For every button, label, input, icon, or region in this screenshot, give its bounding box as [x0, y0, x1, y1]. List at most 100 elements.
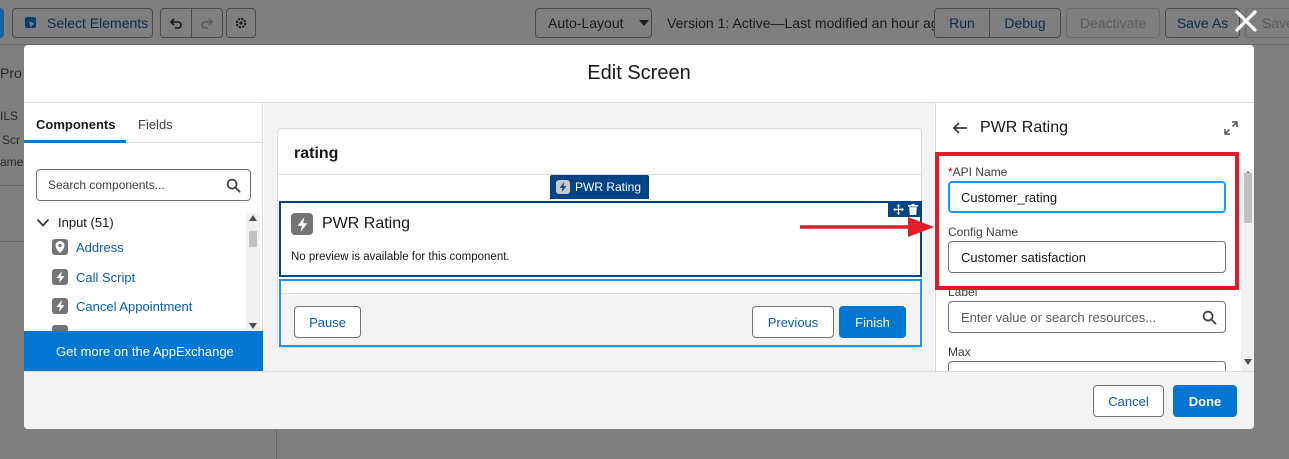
cancel-label: Cancel [1108, 393, 1149, 409]
undo-icon [169, 18, 182, 29]
list-item-label: Call Script [76, 269, 136, 285]
max-label: Max [948, 345, 971, 359]
pause-label: Pause [309, 314, 346, 330]
footer-buttons-area: Pause Previous Finish [281, 293, 920, 345]
search-input[interactable] [48, 178, 218, 192]
background-text-pro: Pro [0, 65, 22, 81]
modal-header: Edit Screen [24, 45, 1254, 103]
label-field[interactable] [948, 301, 1226, 333]
api-name-field[interactable] [948, 181, 1226, 213]
screen-title: rating [294, 145, 339, 162]
edit-screen-modal: Edit Screen Components Fields Input (51)… [24, 45, 1254, 429]
done-button[interactable]: Done [1173, 385, 1237, 417]
group-label: Input (51) [58, 215, 114, 230]
redo-icon [201, 18, 214, 29]
select-elements-label: Select Elements [47, 15, 149, 31]
background-text-ils: ILS [0, 109, 19, 123]
search-icon [1202, 310, 1217, 325]
label-input[interactable] [961, 310, 1201, 325]
chevron-down-icon [36, 218, 50, 227]
done-label: Done [1188, 393, 1222, 409]
deactivate-label: Deactivate [1079, 15, 1147, 31]
modal-title: Edit Screen [587, 62, 691, 84]
list-item-label: Cancel Appointment [76, 298, 193, 314]
background-text-ame: ame: [0, 155, 27, 169]
background-sidebar: Pro ILS Scr ame: [0, 45, 27, 459]
list-item[interactable]: Call Script [52, 269, 135, 285]
background-divider [276, 429, 277, 459]
debug-button[interactable]: Debug [989, 8, 1061, 38]
tab-fields[interactable]: Fields [138, 117, 173, 132]
redo-button[interactable] [191, 8, 223, 38]
selected-component-name: PWR Rating [575, 180, 642, 194]
api-name-label-text: API Name [952, 165, 1008, 179]
cancel-button[interactable]: Cancel [1093, 385, 1164, 417]
finish-button[interactable]: Finish [839, 306, 906, 338]
appexchange-link[interactable]: Get more on the AppExchange [24, 331, 263, 371]
delete-icon[interactable] [907, 203, 918, 215]
label-field-label: Label [948, 285, 978, 299]
list-item[interactable]: Address [52, 239, 124, 255]
properties-header: PWR Rating [952, 119, 1068, 137]
appexchange-label: Get more on the AppExchange [56, 343, 234, 359]
save-as-button[interactable]: Save As [1165, 8, 1240, 38]
screen-footer[interactable]: Pause Previous Finish [279, 279, 922, 347]
save-label: Save [1262, 15, 1289, 31]
address-icon [52, 239, 68, 255]
debug-label: Debug [1004, 15, 1046, 31]
finish-label: Finish [855, 314, 890, 330]
modal-footer: Cancel Done [24, 371, 1254, 429]
config-name-input[interactable] [961, 250, 1201, 265]
list-scroll-thumb[interactable] [249, 231, 257, 247]
component-header: PWR Rating [291, 213, 410, 235]
panel-tabs: Components Fields [24, 103, 263, 143]
lightning-icon [52, 298, 68, 314]
selected-component-label: PWR Rating [550, 175, 650, 199]
builder-toolbar: Select Elements Auto-Layout Version 1: A… [0, 0, 1289, 45]
scroll-down-icon [249, 323, 257, 329]
toolbar-edge-button[interactable] [0, 8, 4, 38]
api-name-input[interactable] [961, 190, 1201, 205]
version-status: Version 1: Active—Last modified an hour … [667, 15, 947, 31]
scroll-down-icon [1244, 359, 1252, 365]
components-panel: Components Fields Input (51) Address Cal… [24, 103, 263, 371]
properties-panel: PWR Rating *API Name Config Name Label M… [935, 103, 1254, 393]
gear-icon [235, 17, 247, 29]
lightning-icon [556, 180, 570, 194]
run-button[interactable]: Run [934, 8, 990, 38]
input-group-header[interactable]: Input (51) [36, 215, 114, 230]
lightning-icon [52, 269, 68, 285]
layout-mode-value: Auto-Layout [548, 15, 624, 31]
lightning-icon [291, 213, 313, 235]
arrow-icon [800, 217, 934, 237]
background-divider [0, 241, 24, 242]
pwr-rating-component[interactable]: PWR Rating No preview is available for t… [279, 201, 922, 277]
save-as-label: Save As [1176, 15, 1229, 31]
move-icon[interactable] [892, 203, 904, 215]
expand-icon[interactable] [1224, 121, 1238, 135]
chevron-down-icon [638, 20, 649, 26]
previous-button[interactable]: Previous [752, 306, 834, 338]
component-title: PWR Rating [322, 215, 411, 232]
pause-button[interactable]: Pause [294, 306, 361, 338]
previous-label: Previous [767, 314, 819, 330]
run-label: Run [949, 15, 975, 31]
scroll-up-icon [249, 215, 257, 221]
tab-components[interactable]: Components [36, 117, 115, 132]
background-divider [0, 185, 24, 186]
select-elements-button[interactable]: Select Elements [12, 8, 153, 38]
layout-mode-select[interactable]: Auto-Layout [535, 8, 652, 38]
properties-title: PWR Rating [980, 119, 1069, 136]
component-search[interactable] [36, 169, 251, 201]
config-name-field[interactable] [948, 241, 1226, 273]
background-text-scr: Scr [2, 133, 20, 147]
no-preview-text: No preview is available for this compone… [291, 251, 510, 263]
back-arrow-icon[interactable] [952, 121, 968, 135]
properties-scroll-thumb[interactable] [1244, 173, 1252, 223]
deactivate-button[interactable]: Deactivate [1066, 8, 1160, 38]
settings-button[interactable] [226, 8, 256, 38]
close-icon[interactable] [1233, 8, 1259, 34]
list-item[interactable]: Cancel Appointment [52, 298, 192, 314]
config-name-label: Config Name [948, 225, 1019, 239]
undo-button[interactable] [160, 8, 192, 38]
